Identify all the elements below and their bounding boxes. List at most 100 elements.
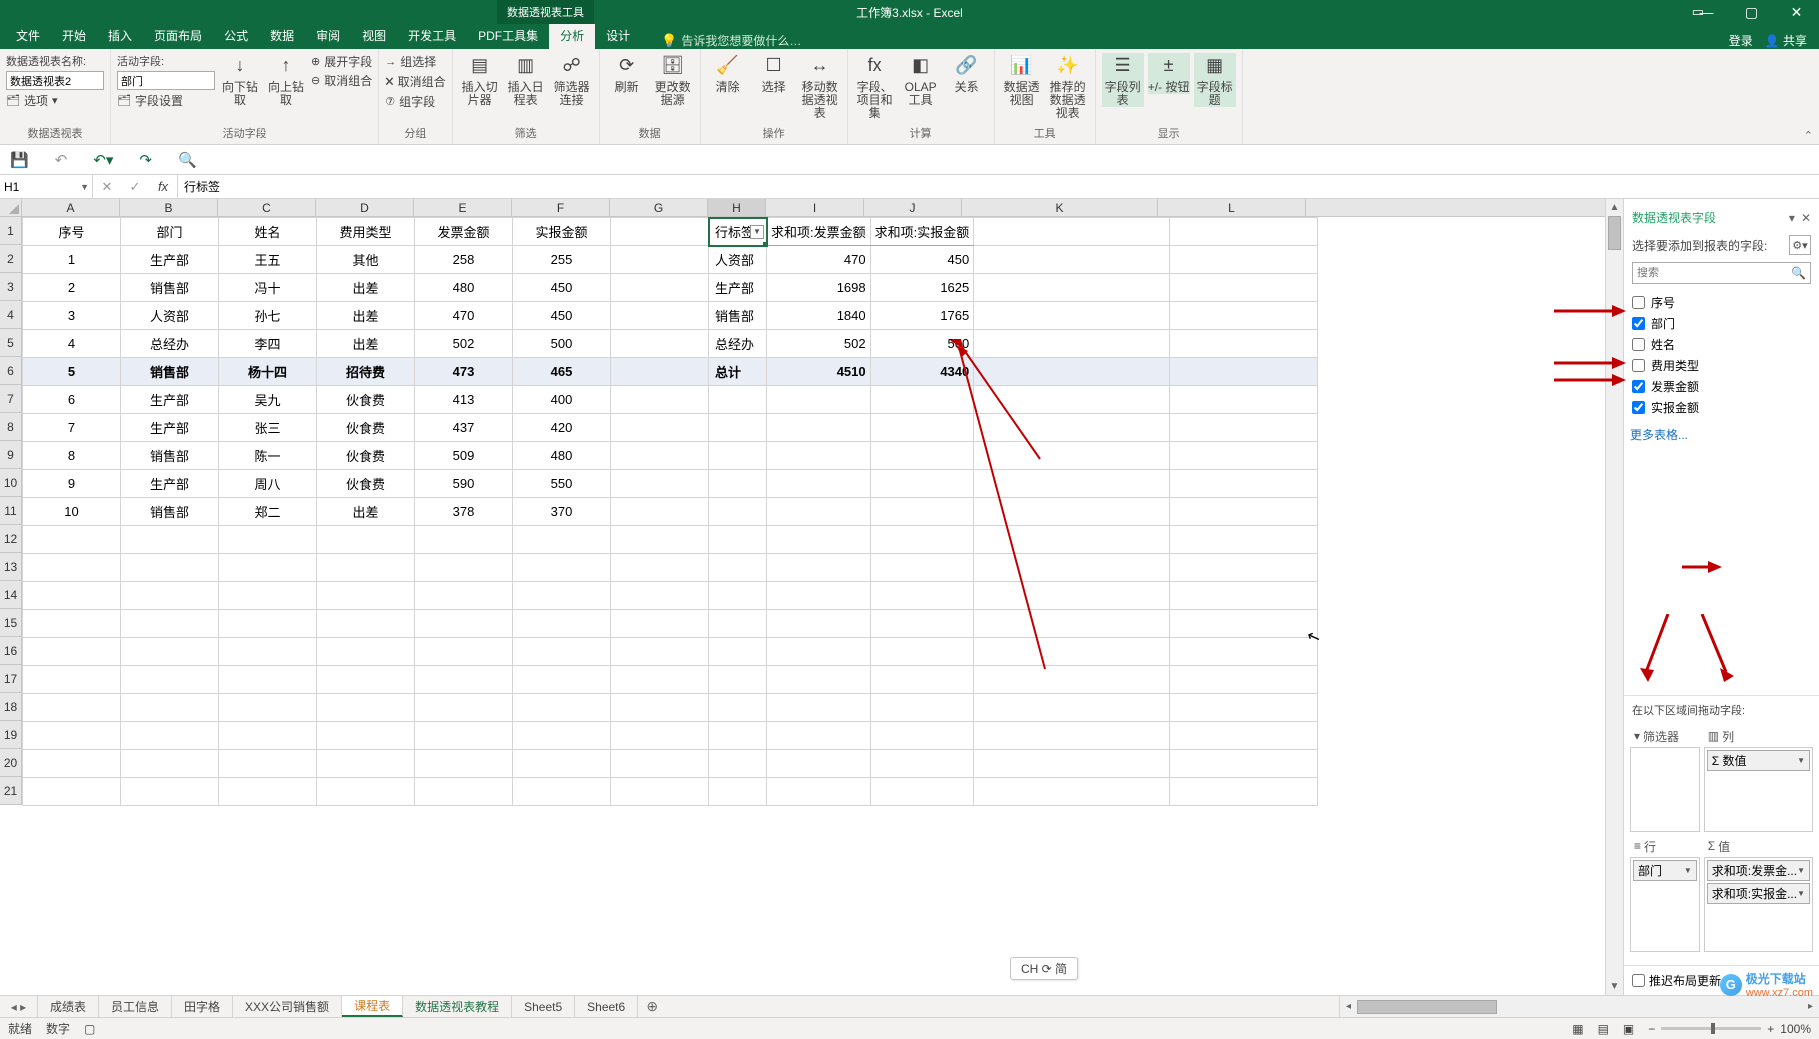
- cell[interactable]: 总计: [709, 358, 767, 386]
- cell[interactable]: [513, 750, 611, 778]
- sheet-tab[interactable]: Sheet5: [512, 996, 575, 1017]
- cell[interactable]: [611, 778, 709, 806]
- column-header[interactable]: I: [766, 199, 864, 216]
- fp-values-chip-2[interactable]: 求和项:实报金...▼: [1707, 883, 1810, 904]
- cell[interactable]: [219, 526, 317, 554]
- cell[interactable]: [415, 610, 513, 638]
- change-source-button[interactable]: 🗄更改数据源: [652, 53, 694, 107]
- cell[interactable]: [611, 750, 709, 778]
- cell[interactable]: [611, 582, 709, 610]
- cell[interactable]: [611, 330, 709, 358]
- fp-more-tables[interactable]: 更多表格...: [1624, 422, 1819, 453]
- cell[interactable]: [709, 694, 767, 722]
- cell[interactable]: [611, 358, 709, 386]
- cell[interactable]: 李四: [219, 330, 317, 358]
- column-header[interactable]: F: [512, 199, 610, 216]
- cell[interactable]: [23, 526, 121, 554]
- cell[interactable]: 550: [513, 470, 611, 498]
- cell[interactable]: [611, 610, 709, 638]
- view-layout-icon[interactable]: ▤: [1598, 1022, 1609, 1036]
- row-header[interactable]: 1: [0, 217, 22, 245]
- cell[interactable]: 502: [415, 330, 513, 358]
- cell[interactable]: 258: [415, 246, 513, 274]
- row-header[interactable]: 13: [0, 553, 22, 581]
- maximize-button[interactable]: ▢: [1729, 0, 1774, 24]
- cell[interactable]: 9: [23, 470, 121, 498]
- fp-field-checkbox[interactable]: [1632, 338, 1645, 351]
- cell[interactable]: 销售部: [709, 302, 767, 330]
- cell[interactable]: [415, 582, 513, 610]
- calc-fields-button[interactable]: fx字段、项目和集: [854, 53, 896, 121]
- ungroup-button[interactable]: 🗙 取消组合: [385, 72, 445, 91]
- cell[interactable]: [513, 582, 611, 610]
- cell[interactable]: [974, 526, 1170, 554]
- cell[interactable]: 总经办: [121, 330, 219, 358]
- refresh-button[interactable]: ⟳刷新: [606, 53, 648, 94]
- cell[interactable]: [1170, 274, 1318, 302]
- cell[interactable]: 470: [415, 302, 513, 330]
- cell[interactable]: [415, 750, 513, 778]
- cell[interactable]: [709, 582, 767, 610]
- cell[interactable]: 陈一: [219, 442, 317, 470]
- ime-badge[interactable]: CH ⟳ 简: [1010, 957, 1078, 980]
- fp-field-item[interactable]: 序号: [1630, 292, 1813, 313]
- cell[interactable]: [219, 778, 317, 806]
- fp-dropdown-icon[interactable]: ▾: [1789, 211, 1795, 225]
- tab-layout[interactable]: 页面布局: [143, 22, 213, 49]
- pivot-name-input[interactable]: [6, 71, 104, 90]
- cell[interactable]: [870, 694, 974, 722]
- cell[interactable]: [870, 386, 974, 414]
- cell[interactable]: [121, 638, 219, 666]
- zoom-slider[interactable]: [1661, 1027, 1761, 1030]
- redo-icon[interactable]: ↷: [139, 151, 152, 169]
- fp-rows-area[interactable]: 部门▼: [1630, 857, 1700, 952]
- cell[interactable]: [1170, 470, 1318, 498]
- cell[interactable]: [767, 526, 871, 554]
- tab-view[interactable]: 视图: [351, 22, 397, 49]
- cell[interactable]: 出差: [317, 498, 415, 526]
- cell[interactable]: [513, 526, 611, 554]
- cell[interactable]: 255: [513, 246, 611, 274]
- cell[interactable]: 5: [23, 358, 121, 386]
- cell[interactable]: 10: [23, 498, 121, 526]
- column-header[interactable]: C: [218, 199, 316, 216]
- cell[interactable]: [611, 526, 709, 554]
- cell[interactable]: [974, 414, 1170, 442]
- column-header[interactable]: L: [1158, 199, 1306, 216]
- cell[interactable]: [974, 218, 1170, 246]
- name-box[interactable]: H1▼: [0, 175, 93, 198]
- column-header[interactable]: G: [610, 199, 708, 216]
- tab-pdf[interactable]: PDF工具集: [467, 22, 549, 49]
- cell[interactable]: [23, 638, 121, 666]
- row-header[interactable]: 5: [0, 329, 22, 357]
- cell[interactable]: [870, 722, 974, 750]
- cell[interactable]: [974, 358, 1170, 386]
- cell[interactable]: [611, 442, 709, 470]
- macro-record-icon[interactable]: ▢: [84, 1022, 95, 1036]
- cell[interactable]: 450: [513, 274, 611, 302]
- tab-file[interactable]: 文件: [5, 22, 51, 49]
- fp-defer-checkbox[interactable]: [1632, 974, 1645, 987]
- cell[interactable]: 姓名: [219, 218, 317, 246]
- cell[interactable]: [974, 694, 1170, 722]
- cell[interactable]: 吴九: [219, 386, 317, 414]
- cell[interactable]: 伙食费: [317, 414, 415, 442]
- cell[interactable]: [1170, 218, 1318, 246]
- cell[interactable]: [767, 750, 871, 778]
- cell[interactable]: [974, 638, 1170, 666]
- cell[interactable]: 473: [415, 358, 513, 386]
- cell[interactable]: [121, 750, 219, 778]
- cell[interactable]: [709, 470, 767, 498]
- cell[interactable]: [611, 666, 709, 694]
- zoom-out-icon[interactable]: −: [1648, 1022, 1655, 1036]
- cell[interactable]: 500: [513, 330, 611, 358]
- cancel-formula-icon[interactable]: ✕: [93, 179, 121, 195]
- horizontal-scrollbar[interactable]: ◂ ▸: [1339, 996, 1819, 1017]
- cell[interactable]: 销售部: [121, 498, 219, 526]
- column-header[interactable]: J: [864, 199, 962, 216]
- cell[interactable]: 6: [23, 386, 121, 414]
- cell[interactable]: [709, 386, 767, 414]
- cell[interactable]: [1170, 554, 1318, 582]
- save-icon[interactable]: 💾: [10, 151, 29, 169]
- cell[interactable]: [1170, 386, 1318, 414]
